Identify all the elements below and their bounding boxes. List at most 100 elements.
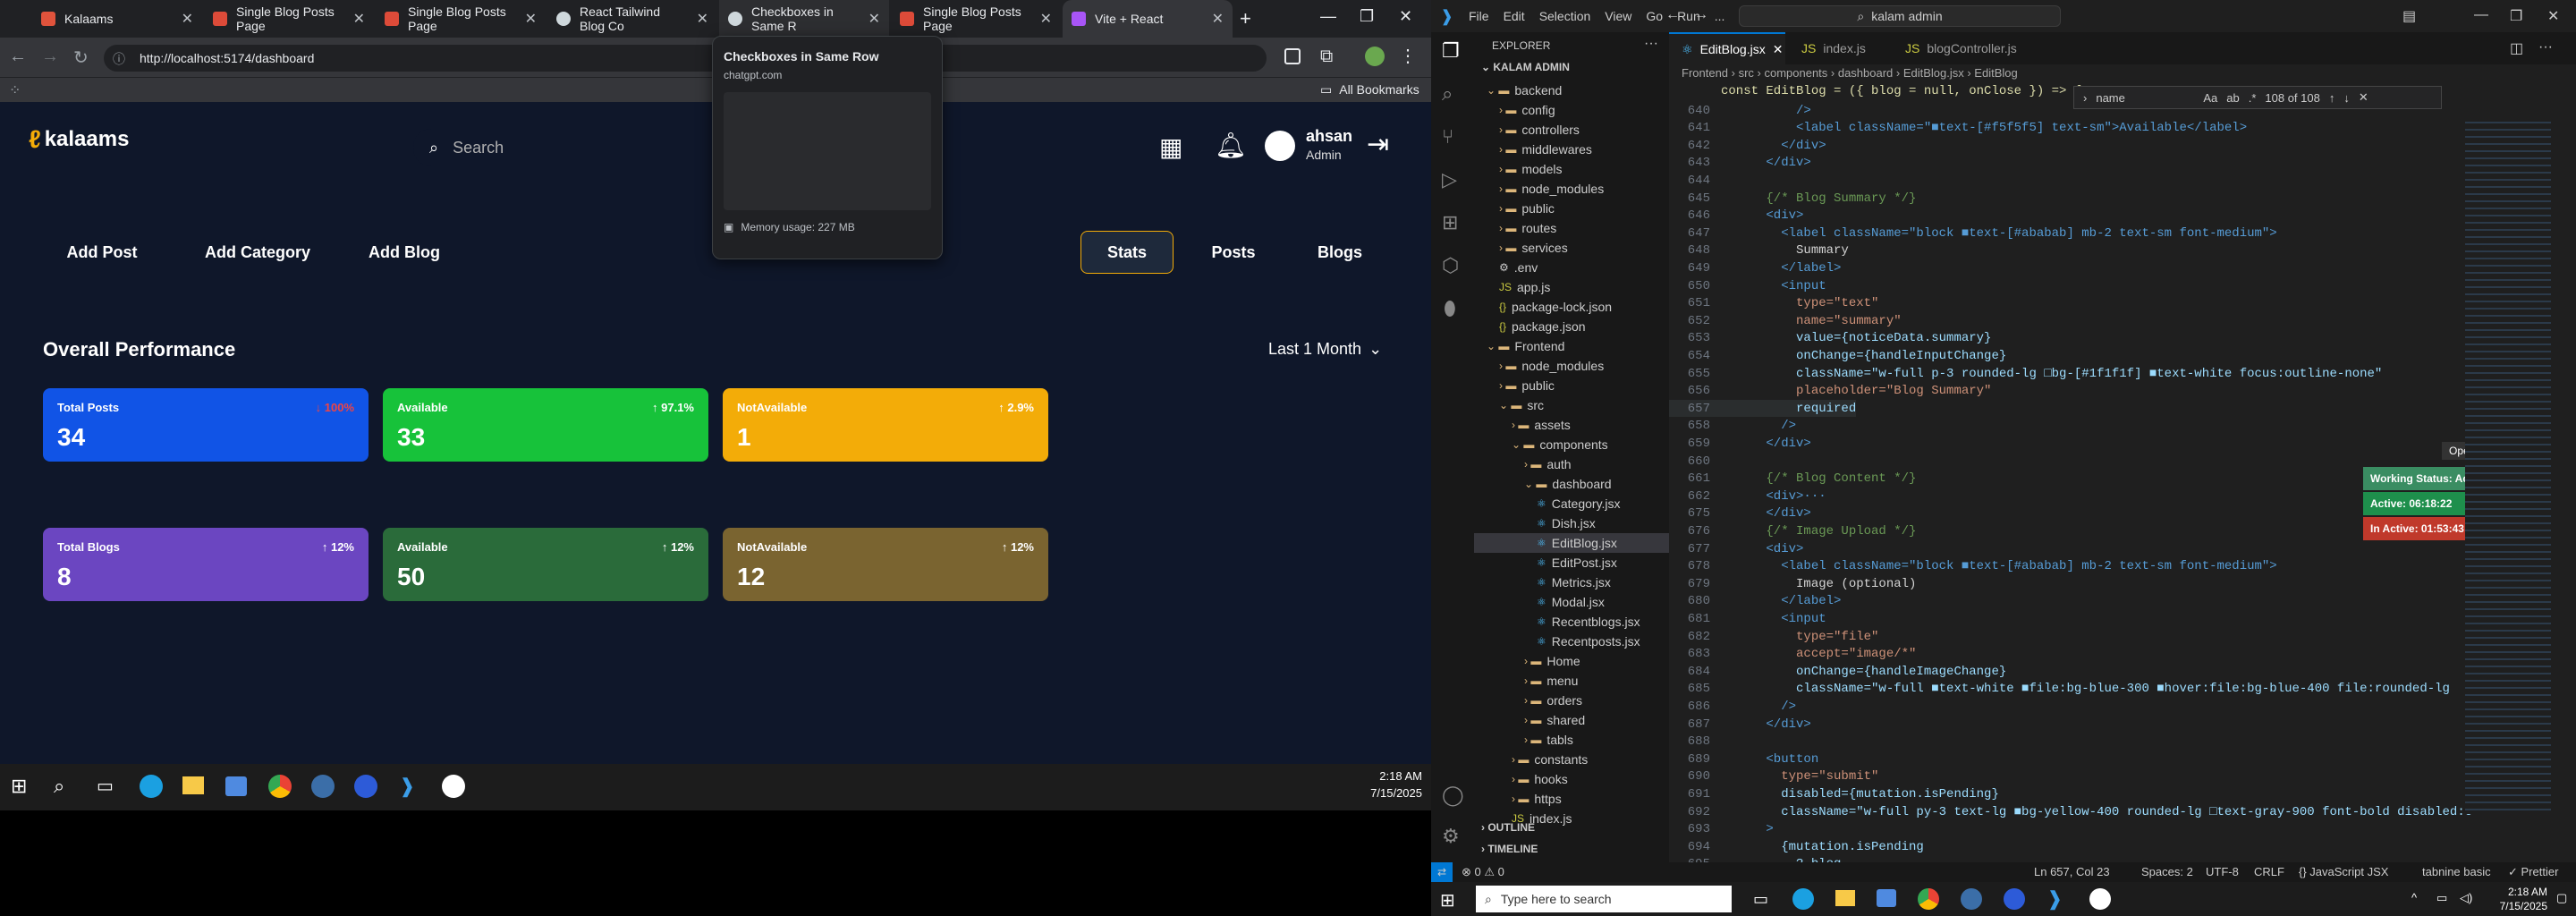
- task-view-icon[interactable]: ▭: [1753, 890, 1768, 909]
- code-line[interactable]: 655 className="w-full p-3 rounded-lg □bg…: [1669, 365, 2383, 382]
- nav-back-icon[interactable]: ←: [1665, 7, 1680, 23]
- minimize-icon[interactable]: —: [1320, 7, 1336, 26]
- menu-dots-icon[interactable]: ⋮: [1399, 45, 1417, 67]
- line-ending[interactable]: CRLF: [2254, 865, 2284, 878]
- split-editor-icon[interactable]: ◫: [2510, 39, 2523, 57]
- file-explorer-icon[interactable]: [182, 776, 204, 794]
- code-line[interactable]: 650 <input: [1669, 277, 1826, 294]
- tree-item[interactable]: ⚙ .env: [1474, 258, 1669, 277]
- code-line[interactable]: 658 />: [1669, 418, 1796, 435]
- nav-forward-icon[interactable]: →: [1694, 7, 1708, 23]
- code-line[interactable]: 683 accept="image/*": [1669, 646, 1917, 663]
- vscode-icon[interactable]: ❱: [2046, 887, 2063, 911]
- arrow-up-icon[interactable]: ↑: [2329, 91, 2335, 105]
- code-line[interactable]: 675 </div>: [1669, 505, 1811, 522]
- account-icon[interactable]: ◯: [1442, 784, 1464, 807]
- tree-item[interactable]: › ▬ node_modules: [1474, 179, 1669, 199]
- code-line[interactable]: 642 </div>: [1669, 137, 1826, 154]
- apps-grid-icon[interactable]: ⁘: [9, 81, 21, 99]
- tree-item[interactable]: › ▬ constants: [1474, 750, 1669, 769]
- avatar[interactable]: [1265, 131, 1295, 161]
- code-line[interactable]: 641 <label className="■text-[#f5f5f5] te…: [1669, 120, 2247, 137]
- code-line[interactable]: 685 className="w-full ■text-white ■file:…: [1669, 681, 2450, 698]
- menu-item[interactable]: Selection: [1539, 9, 1591, 23]
- browser-tab[interactable]: Checkboxes in Same R ✕: [719, 0, 889, 38]
- menu-item[interactable]: File: [1469, 9, 1489, 23]
- browser-tab-active[interactable]: Vite + React ✕: [1063, 0, 1233, 38]
- store-icon[interactable]: [1877, 889, 1896, 907]
- extension-icon[interactable]: [1284, 48, 1301, 64]
- menu-item[interactable]: Go: [1646, 9, 1663, 23]
- tree-item[interactable]: ⚛ Dish.jsx: [1474, 513, 1669, 533]
- logout-icon[interactable]: ⇥: [1367, 129, 1389, 160]
- command-center[interactable]: ⌕ kalam admin: [1739, 5, 2061, 27]
- browser-tab[interactable]: Kalaams ✕: [32, 0, 202, 38]
- tree-item[interactable]: ⌄ ▬ components: [1474, 435, 1669, 454]
- reload-icon[interactable]: ↻: [73, 47, 89, 69]
- add-category-button[interactable]: Add Category: [179, 231, 336, 274]
- posts-tab[interactable]: Posts: [1191, 231, 1275, 274]
- forward-icon[interactable]: →: [41, 47, 59, 67]
- regex-icon[interactable]: .*: [2249, 91, 2257, 105]
- match-case-icon[interactable]: Aa: [2203, 91, 2217, 105]
- source-control-icon[interactable]: ⑂: [1442, 125, 1453, 148]
- more-actions-icon[interactable]: ···: [1644, 36, 1658, 52]
- code-line[interactable]: 659 </div>: [1669, 435, 1811, 452]
- add-post-button[interactable]: Add Post: [43, 231, 161, 274]
- close-icon[interactable]: ✕: [1040, 10, 1061, 28]
- code-line[interactable]: 682 type="file": [1669, 628, 1879, 645]
- tree-item[interactable]: › ▬ controllers: [1474, 120, 1669, 140]
- maximize-icon[interactable]: ❐: [2510, 7, 2522, 25]
- close-icon[interactable]: ✕: [869, 10, 889, 28]
- code-line[interactable]: 691 disabled={mutation.isPending}: [1669, 785, 1999, 802]
- problems-count[interactable]: ⊗ 0 ⚠ 0: [1462, 865, 1504, 879]
- layout-icon[interactable]: ▤: [2402, 7, 2416, 25]
- timeline-section[interactable]: › TIMELINE: [1481, 843, 1538, 855]
- extensions-icon[interactable]: ⊞: [1442, 211, 1458, 234]
- code-line[interactable]: 662 <div>···: [1669, 488, 1826, 505]
- explorer-icon[interactable]: ❐: [1442, 39, 1460, 63]
- tree-item[interactable]: ⌄ ▬ src: [1474, 395, 1669, 415]
- close-icon[interactable]: ✕: [182, 10, 202, 28]
- tree-item[interactable]: › ▬ services: [1474, 238, 1669, 258]
- editor-tab[interactable]: JS index.js: [1789, 32, 1887, 64]
- profile-avatar[interactable]: [1365, 47, 1385, 66]
- tree-item[interactable]: › ▬ public: [1474, 199, 1669, 218]
- code-line[interactable]: 640 />: [1669, 102, 1811, 119]
- code-line[interactable]: 684 onChange={handleImageChange}: [1669, 663, 2006, 680]
- clock[interactable]: 2:18 AM 7/15/2025: [2479, 886, 2547, 912]
- close-window-icon[interactable]: ✕: [2547, 7, 2559, 25]
- tree-item[interactable]: › ▬ auth: [1474, 454, 1669, 474]
- editor-tab[interactable]: JS blogController.js: [1893, 32, 2045, 64]
- whole-word-icon[interactable]: ab: [2226, 91, 2239, 105]
- find-input[interactable]: name: [2096, 91, 2194, 105]
- code-line[interactable]: 676 {/* Image Upload */}: [1669, 522, 1917, 539]
- range-dropdown[interactable]: Last 1 Month ⌄: [1268, 340, 1382, 359]
- close-icon[interactable]: ✕: [1212, 10, 1233, 28]
- arrow-down-icon[interactable]: ↓: [2343, 91, 2350, 105]
- code-line[interactable]: 692 className="w-full py-3 text-lg ■bg-y…: [1669, 803, 2472, 820]
- zoom-icon[interactable]: [354, 775, 377, 798]
- code-line[interactable]: 653 value={noticeData.summary}: [1669, 330, 1992, 347]
- edge-icon[interactable]: [140, 775, 163, 798]
- zoom-icon[interactable]: [2004, 888, 2025, 910]
- search-input[interactable]: Search: [453, 139, 504, 157]
- app-icon[interactable]: [442, 775, 465, 798]
- code-line[interactable]: 646 <div>: [1669, 208, 1804, 225]
- code-line[interactable]: 687 </div>: [1669, 716, 1811, 733]
- tree-item[interactable]: › ▬ orders: [1474, 691, 1669, 710]
- code-line[interactable]: 690 type="submit": [1669, 768, 1879, 785]
- stats-tab[interactable]: Stats: [1080, 231, 1174, 274]
- app-icon[interactable]: [2089, 888, 2111, 910]
- code-line[interactable]: 643 </div>: [1669, 155, 1811, 172]
- tree-item[interactable]: › ▬ public: [1474, 376, 1669, 395]
- encoding[interactable]: UTF-8: [2206, 865, 2239, 878]
- docker-icon[interactable]: ⬡: [1442, 254, 1459, 277]
- prettier-status[interactable]: ✓ Prettier: [2508, 865, 2558, 879]
- app-icon[interactable]: [1961, 888, 1982, 910]
- tree-item[interactable]: ⚛ Recentposts.jsx: [1474, 632, 1669, 651]
- tree-item[interactable]: › ▬ hooks: [1474, 769, 1669, 789]
- close-icon[interactable]: ✕: [697, 10, 717, 28]
- blogs-tab[interactable]: Blogs: [1293, 231, 1386, 274]
- app-icon[interactable]: [311, 775, 335, 798]
